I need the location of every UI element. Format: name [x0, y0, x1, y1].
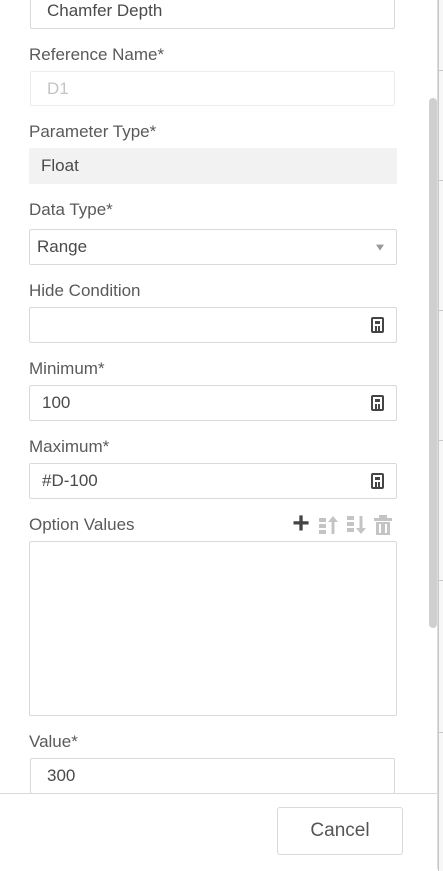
move-down-icon	[347, 516, 366, 534]
background-divider	[438, 732, 443, 733]
maximum-field[interactable]: #D-100	[29, 463, 397, 499]
hide-condition-field[interactable]	[29, 307, 397, 343]
calculator-icon[interactable]	[371, 317, 384, 333]
value-field[interactable]: 300	[30, 758, 395, 794]
calculator-icon[interactable]	[371, 473, 384, 489]
value-value: 300	[47, 766, 76, 785]
data-type-label: Data Type*	[29, 200, 113, 219]
data-type-select[interactable]: Range	[29, 229, 397, 265]
background-divider	[438, 310, 443, 311]
hide-condition-label: Hide Condition	[29, 281, 141, 300]
maximum-label: Maximum*	[29, 437, 110, 456]
option-values-toolbar: +	[290, 509, 396, 539]
move-up-icon	[319, 516, 338, 534]
chevron-down-icon	[376, 244, 384, 251]
parameter-name-value: Chamfer Depth	[47, 0, 163, 20]
parameter-type-value: Float	[41, 156, 79, 175]
plus-icon[interactable]: +	[290, 509, 312, 539]
minimum-value: 100	[42, 393, 71, 412]
parameter-type-label: Parameter Type*	[29, 122, 157, 141]
background-divider	[438, 440, 443, 441]
parameter-name-field[interactable]: Chamfer Depth	[30, 0, 395, 29]
option-values-list[interactable]	[29, 541, 397, 716]
background-divider	[438, 180, 443, 181]
reference-name-field: D1	[30, 71, 395, 106]
trash-icon	[374, 515, 392, 535]
background-window-edge	[438, 0, 443, 871]
value-label: Value*	[29, 732, 78, 751]
minimum-field[interactable]: 100	[29, 385, 397, 421]
parameter-type-field: Float	[29, 148, 397, 184]
data-type-value: Range	[37, 237, 88, 256]
maximum-value: #D-100	[42, 471, 98, 490]
option-values-label: Option Values	[29, 515, 135, 534]
cancel-button[interactable]: Cancel	[277, 807, 403, 855]
vertical-scrollbar[interactable]	[429, 98, 437, 628]
footer-divider	[0, 793, 437, 794]
reference-name-placeholder: D1	[47, 78, 69, 98]
parameter-form-panel: Chamfer Depth Reference Name* D1 Paramet…	[0, 0, 438, 869]
reference-name-label: Reference Name*	[29, 45, 165, 64]
background-divider	[438, 580, 443, 581]
minimum-label: Minimum*	[29, 359, 105, 378]
background-divider	[438, 70, 443, 71]
calculator-icon[interactable]	[371, 395, 384, 411]
